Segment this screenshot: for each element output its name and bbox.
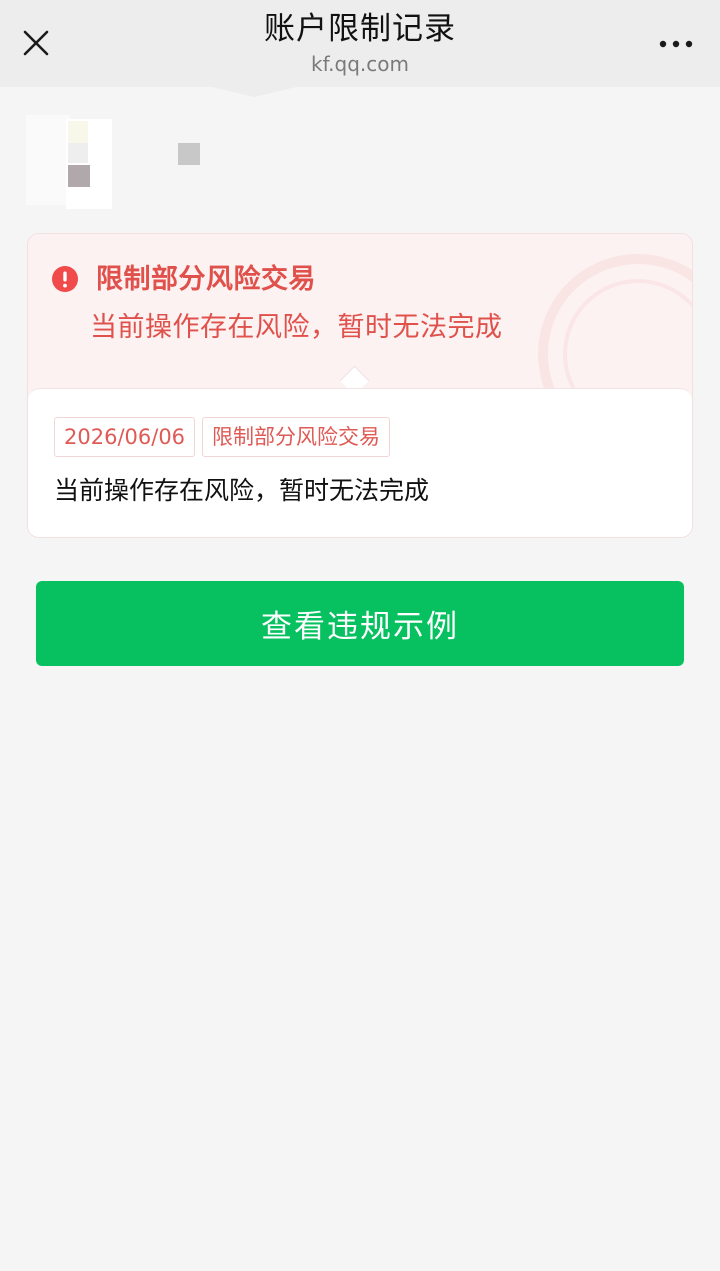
title-area: 账户限制记录 kf.qq.com — [120, 8, 600, 78]
account-name-blurred — [178, 143, 200, 165]
header-notch — [212, 87, 296, 97]
close-button[interactable] — [14, 21, 58, 65]
close-icon — [23, 30, 49, 56]
account-info — [22, 113, 222, 213]
view-violation-examples-button[interactable]: 查看违规示例 — [36, 581, 684, 666]
restriction-title: 限制部分风险交易 — [96, 264, 316, 295]
page-title: 账户限制记录 — [264, 11, 456, 47]
record-description: 当前操作存在风险，暂时无法完成 — [54, 476, 430, 505]
warning-circle-icon — [52, 266, 78, 292]
more-icon — [659, 40, 693, 48]
avatar — [22, 113, 112, 209]
top-navigation-bar: 账户限制记录 kf.qq.com — [0, 0, 720, 87]
restriction-subtitle: 当前操作存在风险，暂时无法完成 — [90, 312, 503, 343]
restriction-card: 限制部分风险交易 当前操作存在风险，暂时无法完成 2026/06/06 限制部分… — [27, 233, 693, 538]
more-options-button[interactable] — [654, 24, 698, 64]
page-url: kf.qq.com — [311, 52, 409, 76]
restriction-record: 2026/06/06 限制部分风险交易 当前操作存在风险，暂时无法完成 — [28, 388, 692, 537]
record-date-tag: 2026/06/06 — [54, 417, 196, 457]
record-type-tag: 限制部分风险交易 — [202, 417, 390, 457]
